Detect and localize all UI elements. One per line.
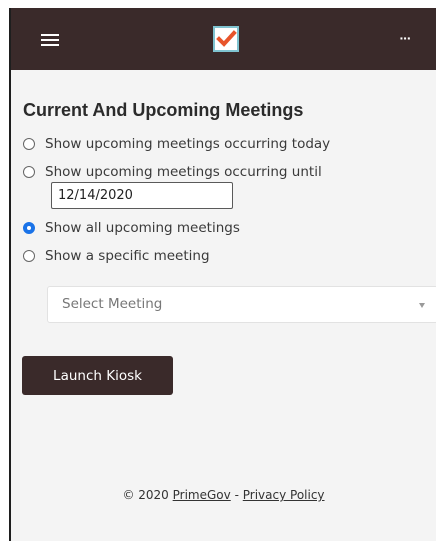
- page-title: Current And Upcoming Meetings: [23, 100, 304, 120]
- meeting-select[interactable]: Select Meeting: [47, 286, 436, 323]
- footer: © 2020 PrimeGov - Privacy Policy: [11, 488, 436, 502]
- radio-today[interactable]: [23, 138, 35, 150]
- radio-all-upcoming[interactable]: [23, 222, 35, 234]
- option-until[interactable]: Show upcoming meetings occurring until: [23, 163, 322, 181]
- option-specific-meeting[interactable]: Show a specific meeting: [23, 247, 210, 265]
- option-all-upcoming-label: Show all upcoming meetings: [45, 220, 240, 236]
- option-until-label: Show upcoming meetings occurring until: [45, 164, 322, 180]
- hamburger-menu-icon[interactable]: [41, 31, 61, 47]
- privacy-policy-link[interactable]: Privacy Policy: [243, 488, 325, 502]
- radio-specific-meeting[interactable]: [23, 250, 35, 262]
- top-navigation-bar: ···: [11, 8, 436, 70]
- copyright-text: © 2020: [122, 488, 169, 502]
- until-date-input[interactable]: [51, 182, 233, 209]
- option-all-upcoming[interactable]: Show all upcoming meetings: [23, 219, 240, 237]
- checkbox-logo-icon[interactable]: [211, 24, 241, 54]
- app-frame: ··· Current And Upcoming Meetings Show u…: [9, 8, 436, 541]
- meeting-select-placeholder: Select Meeting: [62, 296, 163, 312]
- radio-until[interactable]: [23, 166, 35, 178]
- ellipsis-icon[interactable]: ···: [395, 28, 415, 48]
- option-today[interactable]: Show upcoming meetings occurring today: [23, 135, 330, 153]
- option-today-label: Show upcoming meetings occurring today: [45, 136, 331, 152]
- primegov-link[interactable]: PrimeGov: [173, 488, 231, 502]
- option-specific-meeting-label: Show a specific meeting: [45, 248, 210, 264]
- footer-separator: -: [234, 488, 239, 502]
- chevron-down-icon: [419, 303, 425, 308]
- launch-kiosk-button[interactable]: Launch Kiosk: [22, 356, 173, 395]
